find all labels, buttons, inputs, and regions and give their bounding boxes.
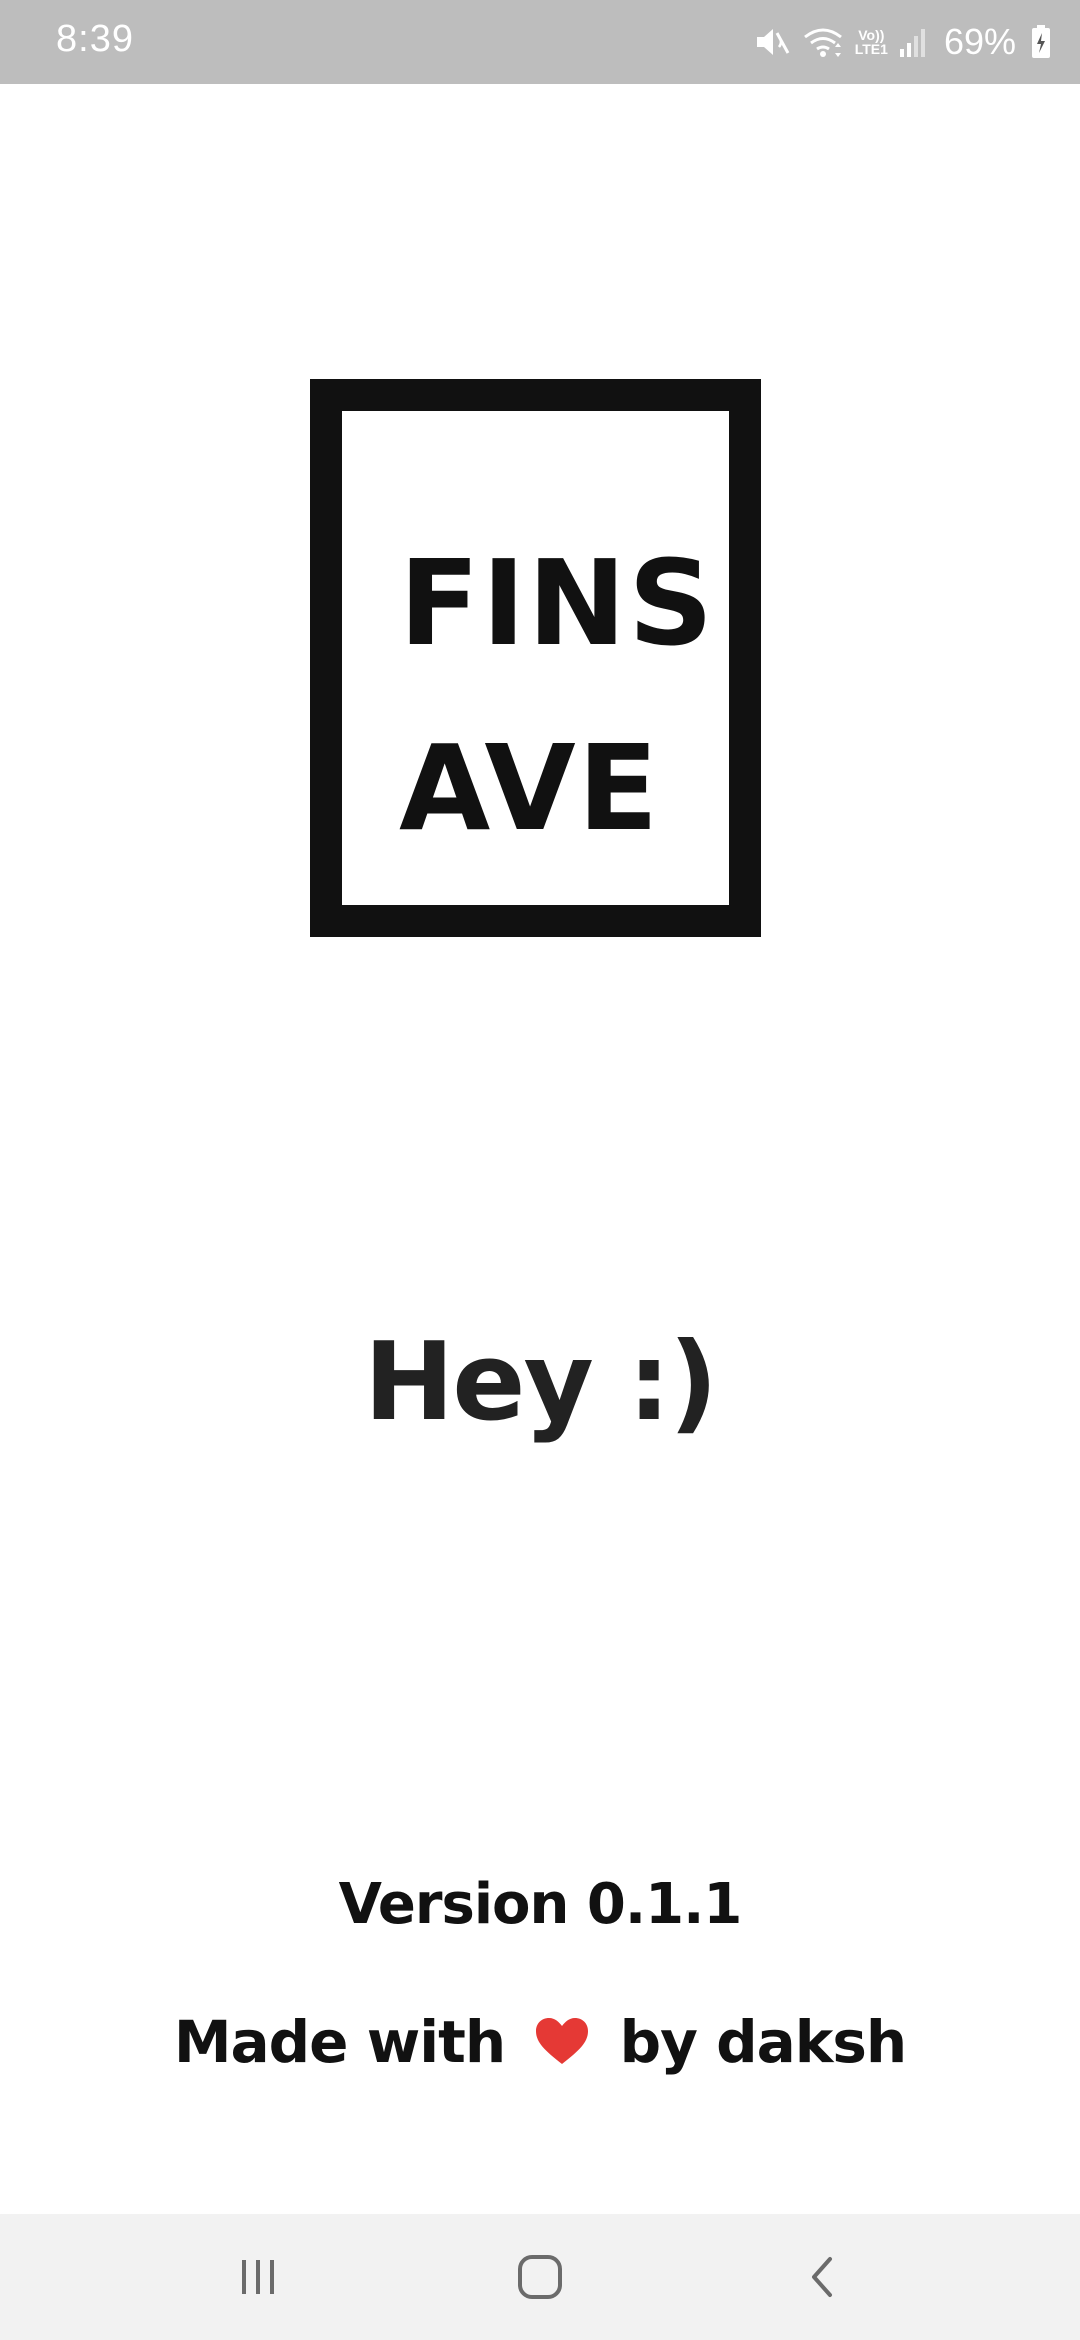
recents-icon xyxy=(242,2260,274,2294)
battery-charging-icon xyxy=(1032,25,1050,58)
mute-icon xyxy=(756,29,790,55)
wifi-icon xyxy=(803,28,842,57)
battery-percent: 69% xyxy=(943,21,1016,62)
credits-suffix: by daksh xyxy=(619,2008,908,2076)
volte-label: Vo)) xyxy=(858,27,885,43)
home-icon xyxy=(518,2255,562,2299)
version-text: Version 0.1.1 xyxy=(338,1872,743,1937)
splash-screen: 8:39 Vo)) LTE1 69% FINS AVE Hey:) Versi… xyxy=(0,0,1080,2340)
navigation-bar xyxy=(0,2214,1080,2340)
credits-text: Made with by daksh xyxy=(0,2008,1080,2076)
recents-button[interactable] xyxy=(198,2234,318,2320)
greeting-text: Hey :) xyxy=(363,1320,718,1445)
back-button[interactable] xyxy=(762,2234,882,2320)
status-icons: Vo)) LTE1 69% xyxy=(753,14,1052,70)
heart-icon xyxy=(536,2018,589,2064)
status-bar: 8:39 Vo)) LTE1 69% xyxy=(0,0,1080,84)
app-logo: FINS AVE xyxy=(310,379,761,937)
logo-text-line1: FINS xyxy=(399,534,716,672)
signal-icon xyxy=(899,29,925,57)
home-button[interactable] xyxy=(480,2234,600,2320)
lte-label: LTE1 xyxy=(854,41,888,57)
logo-text-line2: AVE xyxy=(399,719,661,857)
credits-prefix: Made with xyxy=(173,2008,506,2076)
volte-lte-icon: Vo)) LTE1 xyxy=(855,28,888,56)
status-time: 8:39 xyxy=(56,18,134,60)
back-icon xyxy=(812,2257,832,2297)
